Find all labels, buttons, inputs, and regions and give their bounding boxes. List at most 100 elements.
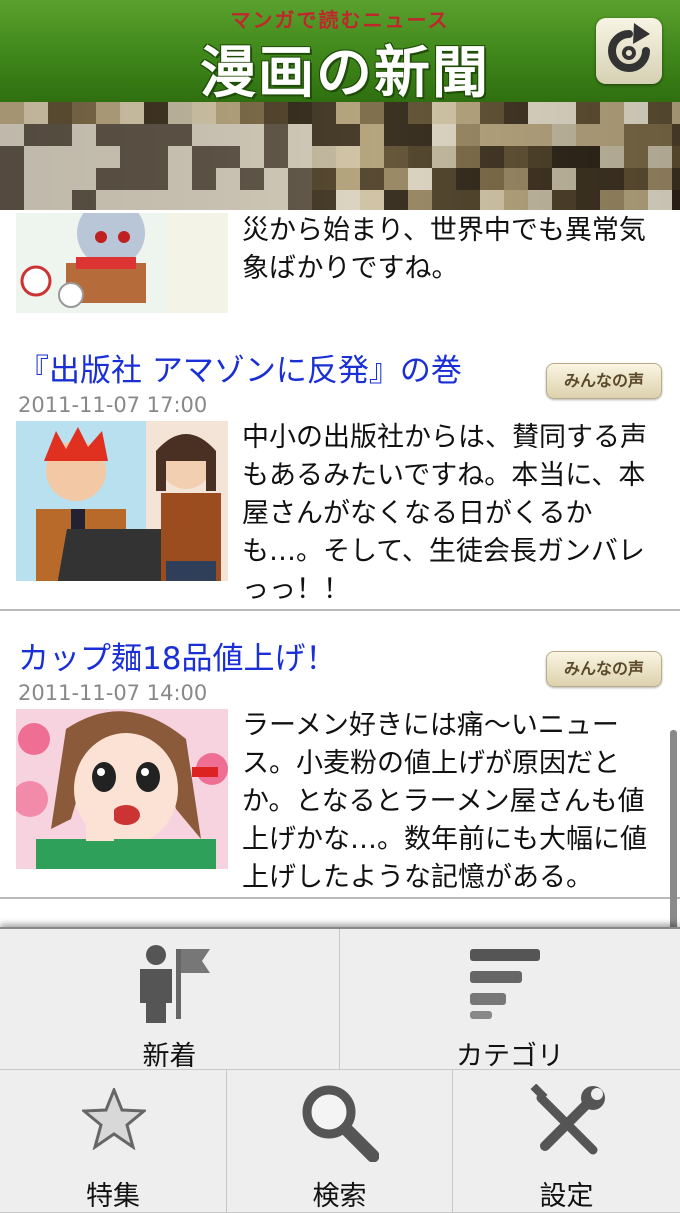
banner-pixel	[528, 102, 552, 124]
banner-pixel	[528, 190, 552, 210]
banner-pixel	[672, 146, 680, 168]
voices-button[interactable]: みんなの声	[546, 363, 662, 399]
news-body: ラーメン好きには痛〜いニュース。小麦粉の値上げが原因だとか。となるとラーメン屋さ…	[242, 710, 647, 893]
banner-pixel	[0, 168, 24, 190]
wrench-screwdriver-icon	[530, 1084, 605, 1155]
banner-pixel	[336, 124, 360, 146]
banner-pixel	[240, 124, 264, 146]
banner-pixel	[456, 190, 480, 210]
banner-pixel	[288, 146, 312, 168]
news-date: 2011-11-07 14:00	[18, 681, 208, 705]
banner-pixel	[408, 124, 432, 146]
banner-pixel	[552, 124, 576, 146]
banner-pixel	[360, 102, 384, 124]
banner-pixel	[456, 102, 480, 124]
news-item[interactable]: カップ麺18品値上げ！ みんなの声 2011-11-07 14:00 ラーメン好…	[0, 611, 680, 899]
banner-pixel	[96, 124, 120, 146]
banner-pixel	[264, 168, 288, 190]
banner-pixel	[648, 124, 672, 146]
banner-pixel	[576, 190, 600, 210]
banner-pixel	[600, 146, 624, 168]
banner-pixel	[648, 168, 672, 190]
news-thumbnail	[16, 421, 228, 581]
news-title[interactable]: 『出版社 アマゾンに反発』の巻	[18, 345, 462, 390]
banner-pixel	[504, 190, 528, 210]
banner-pixel	[192, 168, 216, 190]
banner-pixel	[672, 168, 680, 190]
banner-pixel	[552, 102, 576, 124]
menu-label: 検索	[312, 1181, 367, 1212]
banner-pixel	[672, 124, 680, 146]
banner-pixel	[576, 124, 600, 146]
banner-pixel	[504, 146, 528, 168]
menu-item-search[interactable]: 検索	[227, 1070, 453, 1213]
menu-item-category[interactable]: カテゴリ	[340, 929, 680, 1072]
banner-pixel	[672, 190, 680, 210]
voices-button[interactable]: みんなの声	[546, 651, 662, 687]
ad-banner[interactable]	[0, 102, 680, 210]
banner-pixel	[408, 102, 432, 124]
banner-pixel	[552, 146, 576, 168]
news-thumbnail	[16, 709, 228, 869]
refresh-button[interactable]	[596, 18, 662, 84]
banner-pixel	[480, 146, 504, 168]
banner-pixel	[552, 168, 576, 190]
banner-pixel	[24, 190, 48, 210]
banner-pixel	[0, 190, 24, 210]
person-with-flag-icon	[140, 945, 210, 1023]
banner-pixel	[456, 168, 480, 190]
banner-pixel	[144, 124, 168, 146]
news-item[interactable]: 災から始まり、世界中でも異常気象ばかりですね。	[0, 210, 680, 325]
banner-pixel	[384, 124, 408, 146]
banner-pixel	[96, 102, 120, 124]
banner-pixel	[384, 168, 408, 190]
banner-pixel	[624, 168, 648, 190]
banner-pixel	[432, 168, 456, 190]
banner-pixel	[264, 146, 288, 168]
banner-pixel	[336, 190, 360, 210]
banner-pixel	[24, 124, 48, 146]
menu-item-settings[interactable]: 設定	[453, 1070, 680, 1213]
banner-pixel	[96, 190, 120, 210]
news-item[interactable]: 『出版社 アマゾンに反発』の巻 みんなの声 2011-11-07 17:00 中…	[0, 323, 680, 611]
banner-pixel	[144, 102, 168, 124]
banner-pixel	[504, 102, 528, 124]
banner-pixel	[192, 190, 216, 210]
banner-pixel	[360, 124, 384, 146]
banner-pixel	[504, 168, 528, 190]
banner-pixel	[312, 146, 336, 168]
menu-label: 新着	[142, 1041, 197, 1072]
banner-pixel	[120, 146, 144, 168]
banner-pixel	[168, 146, 192, 168]
banner-pixel	[96, 168, 120, 190]
banner-pixel	[600, 190, 624, 210]
banner-pixel	[264, 102, 288, 124]
banner-pixel	[408, 168, 432, 190]
banner-pixel	[480, 102, 504, 124]
banner-pixel	[624, 102, 648, 124]
star-icon	[82, 1088, 146, 1150]
banner-pixel	[312, 102, 336, 124]
banner-pixel	[600, 168, 624, 190]
banner-pixel	[72, 102, 96, 124]
news-body: 中小の出版社からは、賛同する声もあるみたいですね。本当に、本屋さんがなくなる日が…	[242, 422, 647, 605]
banner-pixel	[72, 190, 96, 210]
banner-pixel	[0, 146, 24, 168]
banner-pixel	[192, 102, 216, 124]
news-title[interactable]: カップ麺18品値上げ！	[18, 633, 336, 678]
banner-pixel	[48, 124, 72, 146]
banner-pixel	[624, 146, 648, 168]
banner-pixel	[360, 146, 384, 168]
menu-item-new[interactable]: 新着	[0, 929, 340, 1072]
banner-pixel	[168, 190, 192, 210]
category-list-icon	[470, 949, 540, 1019]
banner-pixel	[240, 146, 264, 168]
banner-pixel	[144, 190, 168, 210]
menu-item-feature[interactable]: 特集	[0, 1070, 227, 1213]
banner-pixel	[288, 124, 312, 146]
banner-pixel	[24, 146, 48, 168]
banner-pixel	[48, 190, 72, 210]
banner-pixel	[336, 168, 360, 190]
banner-pixel	[192, 146, 216, 168]
refresh-icon	[608, 23, 650, 72]
